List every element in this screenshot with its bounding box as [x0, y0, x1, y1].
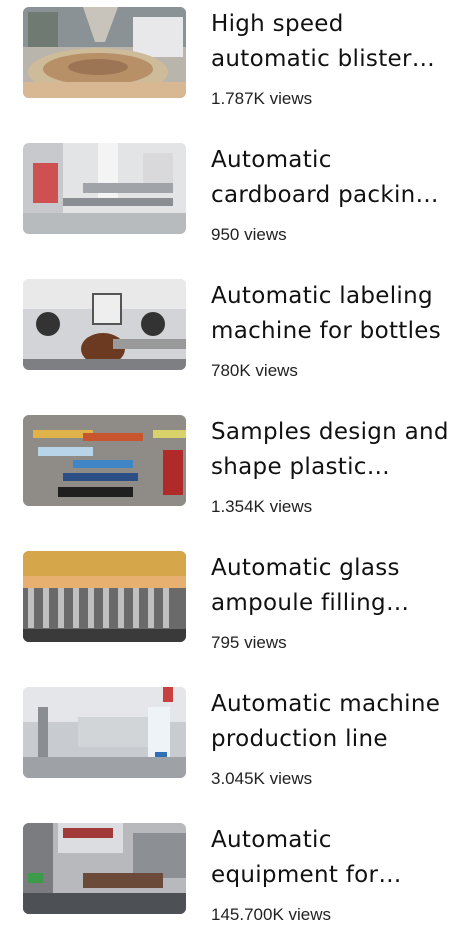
video-thumbnail[interactable]	[23, 687, 186, 778]
video-title[interactable]: Samples design and shape plastic packagi…	[211, 415, 451, 485]
video-views: 950 views	[211, 225, 287, 244]
video-views: 3.045K views	[211, 769, 313, 788]
video-views: 1.787K views	[211, 89, 313, 108]
video-item-2[interactable]: Automatic cardboard packing machine 950 …	[0, 136, 461, 246]
video-title[interactable]: Automatic equipment for packaging	[211, 823, 451, 893]
video-title[interactable]: Automatic labeling machine for bottles	[211, 279, 451, 349]
video-views: 1.354K views	[211, 497, 313, 516]
video-list: High speed automatic blister packing mac…	[0, 0, 461, 927]
video-thumbnail[interactable]	[23, 415, 186, 506]
video-views: 780K views	[211, 361, 298, 380]
video-thumbnail[interactable]	[23, 823, 186, 914]
video-thumbnail[interactable]	[23, 551, 186, 642]
video-title[interactable]: Automatic machine production line	[211, 687, 451, 757]
video-item-4[interactable]: Samples design and shape plastic packagi…	[0, 408, 461, 518]
video-thumbnail[interactable]	[23, 143, 186, 234]
video-title[interactable]: High speed automatic blister packing mac…	[211, 7, 451, 77]
video-item-7[interactable]: Automatic equipment for packaging 145.70…	[0, 816, 461, 926]
video-title[interactable]: Automatic cardboard packing machine	[211, 143, 451, 213]
video-item-3[interactable]: Automatic labeling machine for bottles 7…	[0, 272, 461, 382]
video-thumbnail[interactable]	[23, 7, 186, 98]
video-item-1[interactable]: High speed automatic blister packing mac…	[0, 0, 461, 110]
video-thumbnail[interactable]	[23, 279, 186, 370]
video-item-5[interactable]: Automatic glass ampoule filling machine …	[0, 544, 461, 654]
video-title[interactable]: Automatic glass ampoule filling machine	[211, 551, 451, 621]
video-item-6[interactable]: Automatic machine production line 3.045K…	[0, 680, 461, 790]
video-views: 145.700K views	[211, 905, 332, 924]
video-views: 795 views	[211, 633, 287, 652]
